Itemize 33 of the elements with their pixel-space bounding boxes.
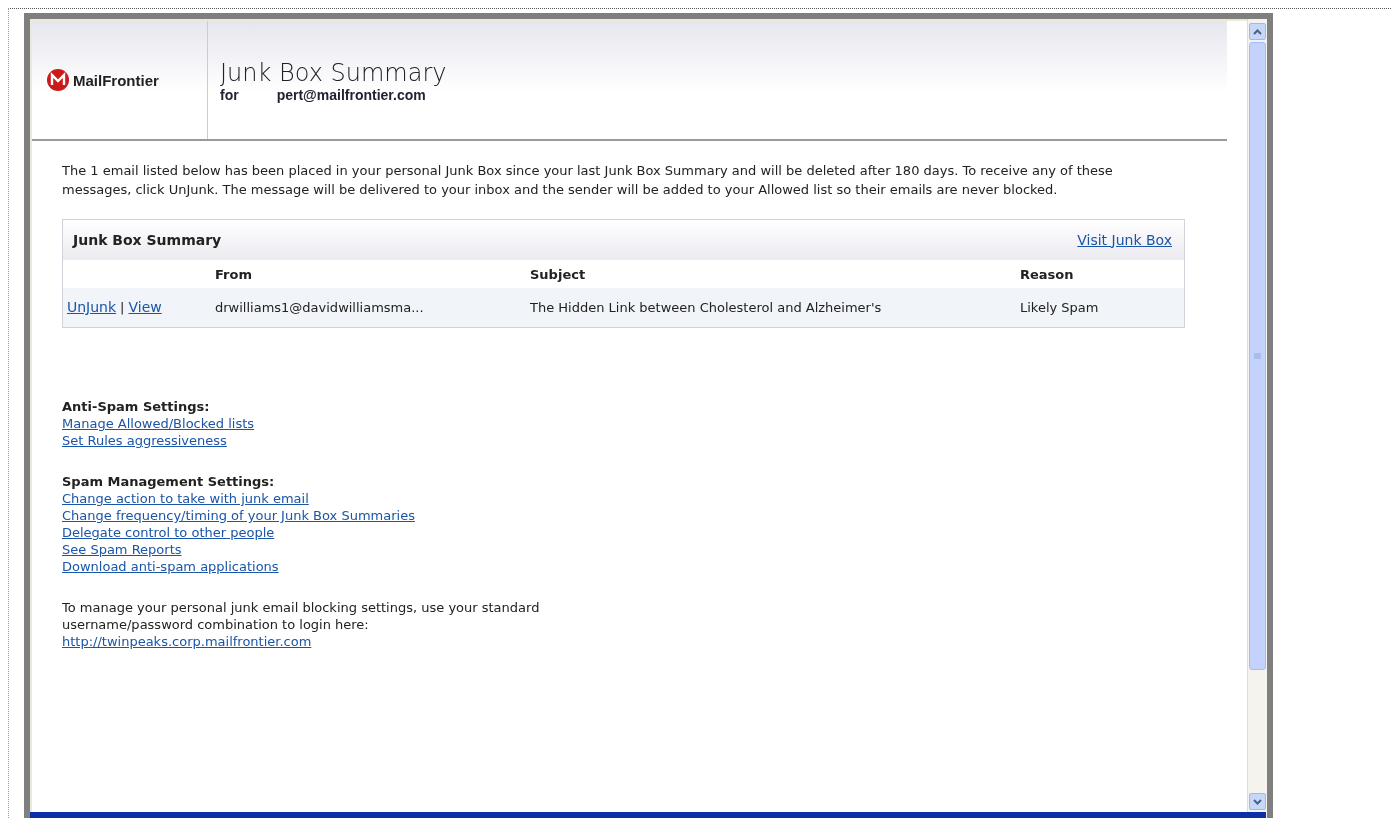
section-heading: Spam Management Settings: — [62, 473, 276, 490]
settings-link[interactable]: Manage Allowed/Blocked lists — [62, 415, 255, 432]
brand-name: MailFrontier — [73, 71, 159, 89]
up-chevron-icon — [1253, 28, 1262, 35]
intro-paragraph: The 1 email listed below has been placed in your personal Junk Box since your last Junk Box Summary and will be deleted after 180 days. To receive any of these messages, click UnJunk. The message will be delivered to your inbox and the sender will be added to your Allowed list so their emails are never blocked. — [62, 162, 1114, 199]
section-heading: Anti-Spam Settings: — [62, 398, 211, 415]
login-instructions: To manage your personal junk email blocking settings, use your standard username/password combination to login here: — [62, 599, 541, 633]
column-header: Subject — [530, 265, 587, 284]
grip-icon — [1254, 352, 1261, 360]
settings-link[interactable]: See Spam Reports — [62, 541, 182, 558]
visit-junk-box-link[interactable]: Visit Junk Box — [1077, 230, 1172, 250]
table-cell-text: Likely Spam — [1020, 299, 1100, 317]
unjunk-link[interactable]: UnJunk — [67, 299, 117, 315]
settings-link[interactable]: Change action to take with junk email — [62, 490, 309, 507]
view-link[interactable]: View — [128, 299, 162, 315]
recipient-email: pert@mailfrontier.com — [276, 87, 426, 103]
settings-link[interactable]: Download anti-spam applications — [62, 558, 279, 575]
scroll-down-button[interactable] — [1249, 793, 1266, 810]
logo-icon — [46, 68, 70, 92]
table-title: Junk Box Summary — [73, 230, 222, 250]
login-url-link[interactable]: http://twinpeaks.corp.mailfrontier.com — [62, 633, 312, 650]
table-cell-text: The Hidden Link between Cholesterol and Alzheimer's — [530, 299, 883, 317]
column-header: Reason — [1020, 265, 1075, 284]
action-separator: | — [120, 300, 125, 315]
scroll-up-button[interactable] — [1249, 23, 1266, 40]
settings-link[interactable]: Set Rules aggressiveness — [62, 432, 227, 449]
column-header: From — [215, 265, 253, 284]
settings-link[interactable]: Delegate control to other people — [62, 524, 275, 541]
settings-link[interactable]: Change frequency/timing of your Junk Box Summaries — [62, 507, 415, 524]
for-label: for — [220, 87, 239, 103]
down-chevron-icon — [1253, 798, 1262, 805]
page-title: Junk Box Summary — [220, 59, 447, 87]
table-cell-text: drwilliams1@davidwilliamsma... — [215, 299, 425, 317]
